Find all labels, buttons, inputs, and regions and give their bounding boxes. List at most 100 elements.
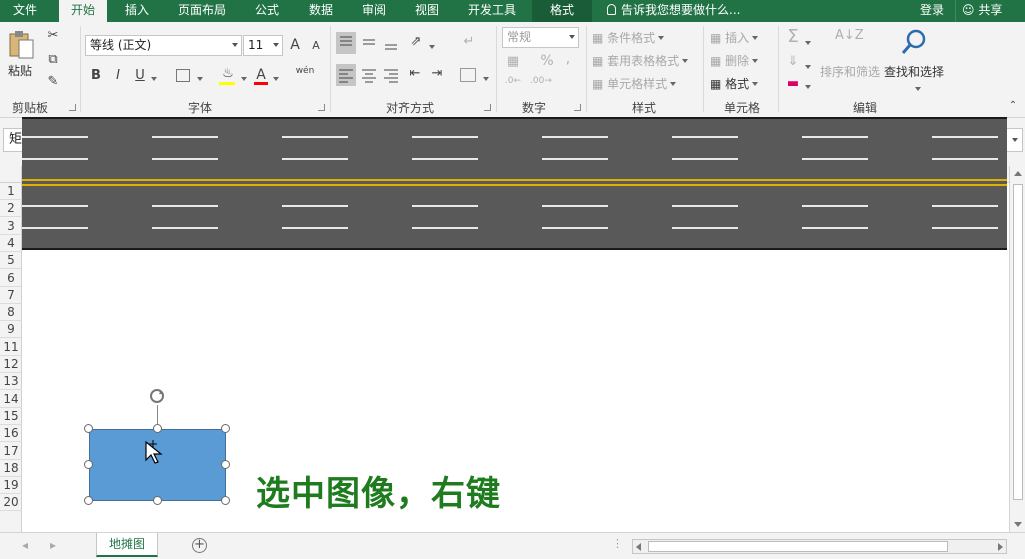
- font-name-select[interactable]: 等线 (正文): [85, 35, 242, 56]
- resize-handle[interactable]: [84, 424, 93, 433]
- row-header[interactable]: 14: [0, 391, 22, 408]
- copy-icon[interactable]: ⧉: [44, 52, 62, 67]
- row-header[interactable]: 18: [0, 460, 22, 477]
- tab-view[interactable]: 视图: [404, 0, 450, 22]
- align-right-button[interactable]: [381, 64, 401, 86]
- cell-styles-button[interactable]: ▦ 单元格样式: [592, 75, 677, 92]
- find-select-label[interactable]: 查找和选择: [884, 63, 944, 80]
- align-middle-button[interactable]: [359, 32, 379, 54]
- scroll-up-icon[interactable]: [1014, 171, 1022, 176]
- number-format-select[interactable]: 常规: [502, 27, 579, 48]
- orientation-dropdown[interactable]: [426, 40, 435, 54]
- row-header[interactable]: 4: [0, 235, 22, 252]
- resize-handle[interactable]: [221, 424, 230, 433]
- borders-icon[interactable]: [176, 69, 190, 82]
- align-top-button[interactable]: [336, 32, 356, 54]
- rotate-handle-icon[interactable]: [148, 387, 166, 405]
- font-launcher-icon[interactable]: [318, 104, 325, 111]
- row-header[interactable]: 5: [0, 252, 22, 269]
- resize-handle[interactable]: [153, 424, 162, 433]
- insert-cells-button[interactable]: ▦ 插入: [710, 29, 759, 46]
- row-header[interactable]: 3: [0, 218, 22, 235]
- clear-dropdown[interactable]: [802, 80, 811, 94]
- share-button[interactable]: ☺ 共享: [955, 0, 1025, 22]
- fill-color-dropdown[interactable]: [238, 72, 247, 86]
- find-select-icon[interactable]: [900, 28, 928, 59]
- format-painter-icon[interactable]: ✎: [44, 74, 62, 89]
- sort-filter-label[interactable]: 排序和筛选: [820, 63, 880, 80]
- find-select-dropdown[interactable]: [912, 82, 921, 96]
- font-color-button[interactable]: A: [255, 67, 267, 83]
- wrap-text-icon[interactable]: ↵: [460, 34, 478, 49]
- tell-me-box[interactable]: 告诉我您想要做什么...: [607, 0, 740, 22]
- tab-review[interactable]: 审阅: [351, 0, 397, 22]
- fill-color-icon[interactable]: ♨: [220, 66, 236, 81]
- tab-insert[interactable]: 插入: [114, 0, 160, 22]
- row-header[interactable]: 17: [0, 443, 22, 460]
- autosum-icon[interactable]: Σ: [784, 26, 802, 47]
- cut-icon[interactable]: ✂: [44, 28, 62, 43]
- clipboard-launcher-icon[interactable]: [69, 104, 76, 111]
- merge-dropdown[interactable]: [480, 72, 489, 86]
- resize-handle[interactable]: [221, 496, 230, 505]
- select-all-corner[interactable]: [0, 166, 22, 183]
- italic-button[interactable]: I: [112, 68, 124, 83]
- expand-formula-icon[interactable]: [1012, 138, 1018, 142]
- row-header[interactable]: 16: [0, 425, 22, 442]
- resize-handle[interactable]: [84, 460, 93, 469]
- row-header[interactable]: 20: [0, 494, 22, 511]
- decrease-decimal-icon[interactable]: .00→: [530, 76, 552, 86]
- shrink-font-icon[interactable]: A: [310, 39, 322, 52]
- tab-format[interactable]: 格式: [532, 0, 592, 22]
- font-size-select[interactable]: 11: [243, 35, 283, 56]
- alignment-launcher-icon[interactable]: [484, 104, 491, 111]
- align-bottom-button[interactable]: [381, 32, 401, 54]
- percent-button[interactable]: %: [540, 53, 554, 69]
- increase-decimal-icon[interactable]: .0←: [504, 76, 522, 86]
- number-launcher-icon[interactable]: [574, 104, 581, 111]
- currency-icon[interactable]: ▦: [504, 54, 522, 69]
- collapse-ribbon-icon[interactable]: ⌃: [1007, 100, 1019, 111]
- tab-file[interactable]: 文件: [0, 0, 50, 22]
- row-header[interactable]: 19: [0, 477, 22, 494]
- format-cells-button[interactable]: ▦ 格式: [710, 75, 759, 92]
- fill-dropdown[interactable]: [802, 60, 811, 74]
- row-header[interactable]: 15: [0, 408, 22, 425]
- align-left-button[interactable]: [336, 64, 356, 86]
- delete-cells-button[interactable]: ▦ 删除: [710, 52, 759, 69]
- row-header[interactable]: 2: [0, 200, 22, 217]
- font-color-dropdown[interactable]: [270, 72, 279, 86]
- underline-dropdown[interactable]: [148, 72, 157, 86]
- vertical-scroll-thumb[interactable]: [1013, 184, 1023, 500]
- merge-center-icon[interactable]: [460, 68, 476, 82]
- row-header[interactable]: 8: [0, 304, 22, 321]
- resize-handle[interactable]: [153, 496, 162, 505]
- format-as-table-button[interactable]: ▦ 套用表格格式: [592, 52, 689, 69]
- vertical-scrollbar[interactable]: [1009, 166, 1025, 532]
- sort-filter-icon[interactable]: A↓Z: [835, 28, 864, 43]
- autosum-dropdown[interactable]: [802, 36, 811, 50]
- bold-button[interactable]: B: [90, 68, 102, 83]
- tab-data[interactable]: 数据: [298, 0, 344, 22]
- sheet-tab[interactable]: 地摊图: [96, 533, 158, 557]
- underline-button[interactable]: U: [134, 68, 146, 83]
- tab-page-layout[interactable]: 页面布局: [170, 0, 234, 22]
- scroll-right-icon[interactable]: [998, 543, 1003, 551]
- next-sheet-icon[interactable]: ▸: [50, 538, 56, 552]
- resize-handle[interactable]: [221, 460, 230, 469]
- paste-button[interactable]: [6, 28, 38, 62]
- decrease-indent-icon[interactable]: ⇤: [406, 66, 424, 81]
- prev-sheet-icon[interactable]: ◂: [22, 538, 28, 552]
- tab-splitter-icon[interactable]: ⋮: [612, 537, 623, 550]
- row-header[interactable]: 1: [0, 183, 22, 200]
- scroll-down-icon[interactable]: [1014, 522, 1022, 527]
- tab-formulas[interactable]: 公式: [244, 0, 290, 22]
- horizontal-scrollbar[interactable]: [632, 539, 1007, 554]
- row-header[interactable]: 7: [0, 287, 22, 304]
- grow-font-icon[interactable]: A: [288, 37, 302, 53]
- row-header[interactable]: 6: [0, 270, 22, 287]
- row-header[interactable]: 13: [0, 373, 22, 390]
- tab-developer[interactable]: 开发工具: [459, 0, 525, 22]
- horizontal-scroll-thumb[interactable]: [648, 541, 948, 552]
- phonetic-guide-icon[interactable]: wén: [294, 66, 316, 76]
